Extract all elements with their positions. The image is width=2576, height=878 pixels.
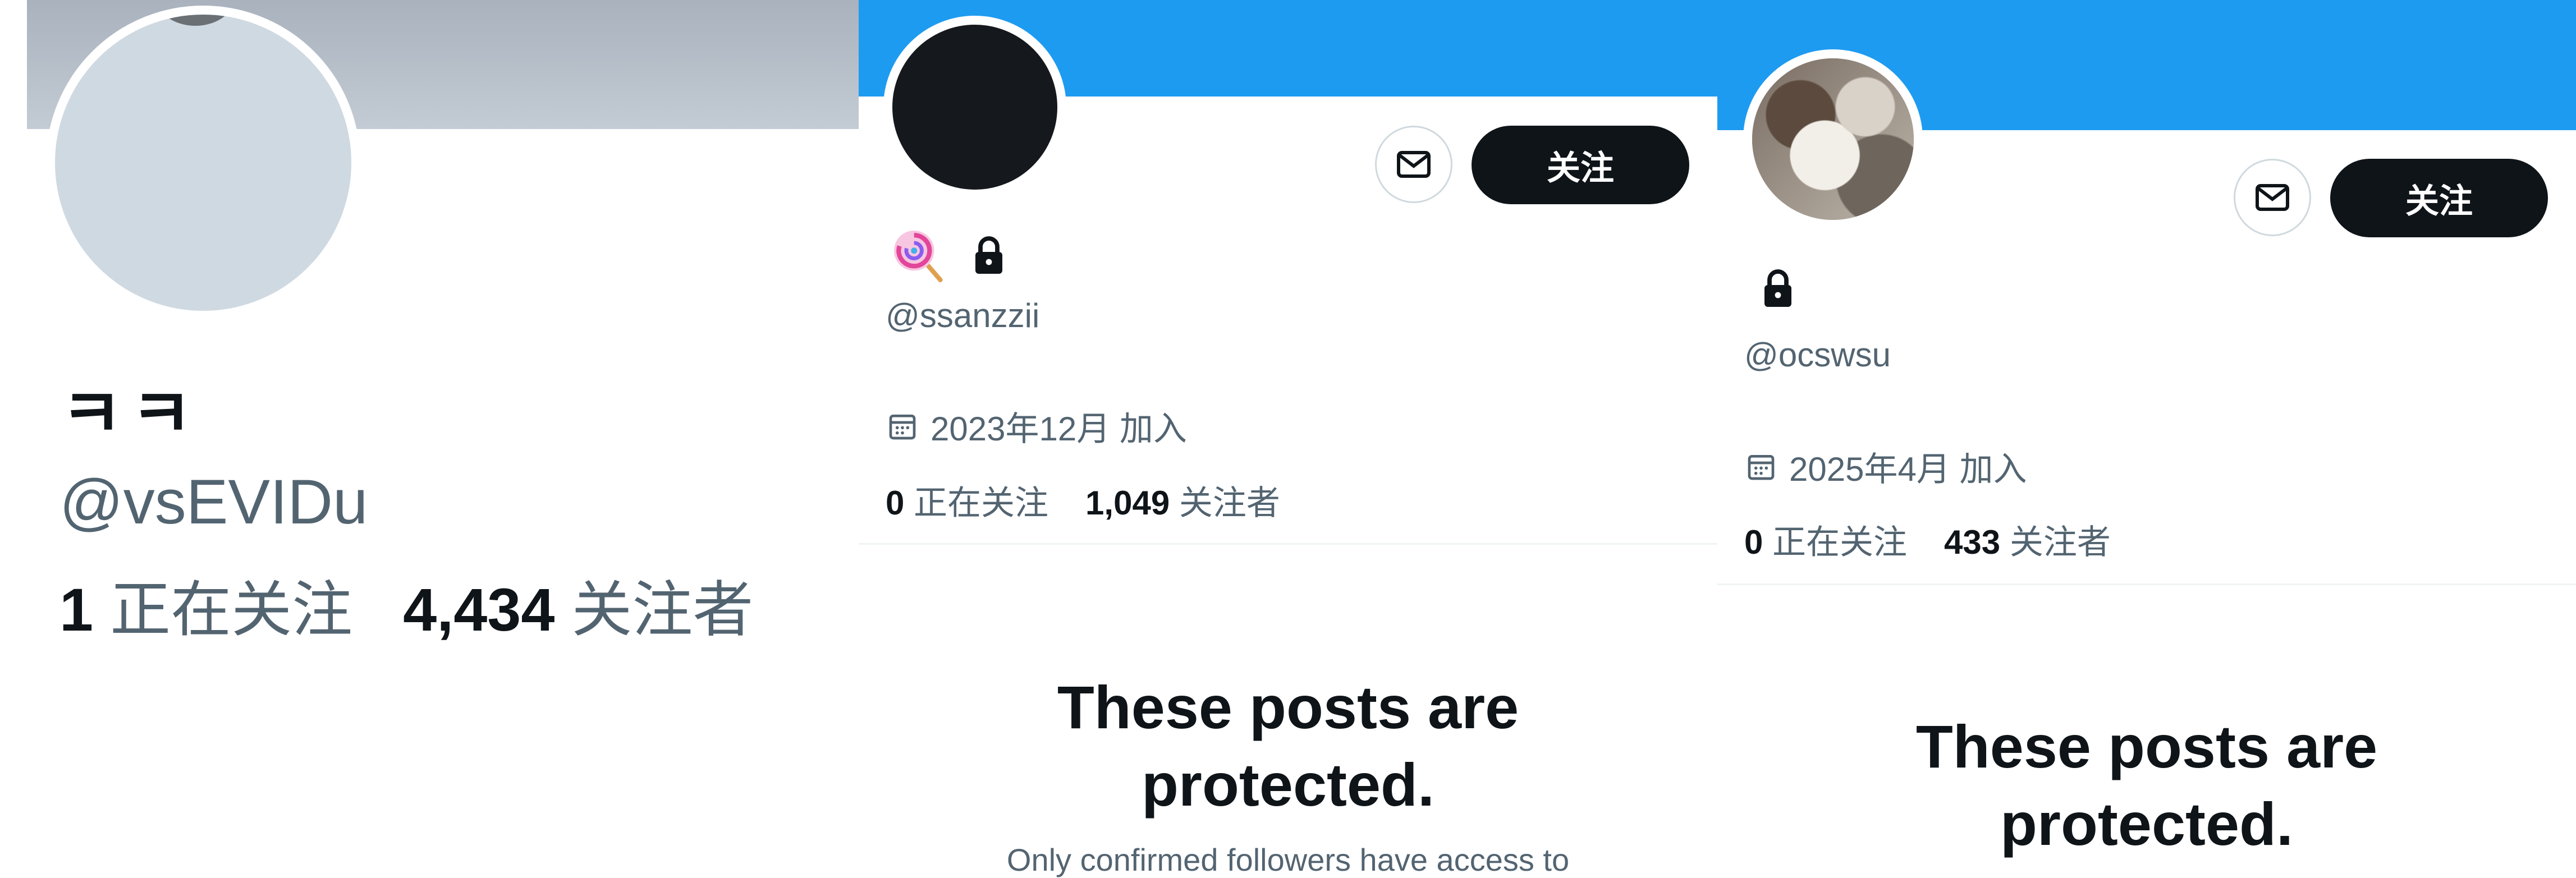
avatar[interactable]	[1743, 49, 1923, 229]
following-count: 0	[886, 484, 905, 522]
following-label: 正在关注	[914, 484, 1049, 522]
protected-posts-title: These posts are protected.	[1915, 712, 2378, 858]
following-stat[interactable]: 0 正在关注	[886, 484, 1048, 522]
lollipop-icon	[888, 224, 950, 289]
following-stat[interactable]: 0 正在关注	[1744, 523, 1907, 561]
divider	[859, 543, 1717, 545]
join-date: 2025年4月 加入	[1745, 442, 2027, 491]
message-button[interactable]	[2234, 159, 2311, 236]
followers-count: 433	[1944, 523, 2001, 561]
avatar[interactable]	[46, 6, 360, 320]
following-count: 1	[59, 576, 94, 643]
followers-count: 4,434	[403, 576, 555, 643]
protected-posts-subtitle: Only confirmed followers have access to	[1006, 842, 1570, 877]
follow-button[interactable]: 关注	[1472, 126, 1689, 204]
followers-stat[interactable]: 1,049 关注者	[1085, 484, 1280, 522]
lock-icon	[971, 235, 1007, 278]
avatar[interactable]	[883, 16, 1066, 199]
followers-count: 1,049	[1085, 484, 1170, 522]
username-handle: @ssanzzii	[886, 297, 1040, 334]
display-name: ㅋㅋ	[61, 376, 200, 452]
join-date-text: 2023年12月 加入	[931, 410, 1187, 448]
following-label: 正在关注	[110, 576, 353, 643]
followers-label: 关注者	[2009, 523, 2111, 561]
calendar-icon	[889, 414, 916, 439]
follow-stats: 0 正在关注 433 关注者	[1744, 515, 2111, 564]
name-badges	[888, 224, 1007, 289]
join-date: 2023年12月 加入	[887, 402, 1187, 451]
followers-label: 关注者	[571, 576, 754, 643]
mail-icon	[2256, 184, 2289, 211]
followers-stat[interactable]: 4,434 关注者	[403, 576, 753, 643]
protected-posts-title: These posts are protected.	[1057, 673, 1519, 819]
followers-stat[interactable]: 433 关注者	[1944, 523, 2111, 561]
username-handle: @ocswsu	[1744, 336, 1891, 374]
calendar-icon	[1748, 454, 1775, 480]
following-count: 0	[1744, 523, 1763, 561]
join-date-text: 2025年4月 加入	[1789, 451, 2027, 488]
message-button[interactable]	[1375, 126, 1452, 203]
followers-label: 关注者	[1179, 484, 1280, 522]
follow-stats: 1 正在关注 4,434 关注者	[59, 561, 753, 649]
lock-icon	[1760, 268, 1796, 311]
following-label: 正在关注	[1772, 523, 1908, 561]
cat-photo	[1752, 58, 1914, 220]
username-handle: @vsEVIDu	[59, 467, 368, 537]
follow-stats: 0 正在关注 1,049 关注者	[886, 476, 1280, 525]
name-badges	[1760, 268, 1796, 311]
mail-icon	[1397, 151, 1431, 178]
divider	[1717, 583, 2576, 585]
following-stat[interactable]: 1 正在关注	[59, 576, 352, 643]
follow-button[interactable]: 关注	[2330, 159, 2548, 237]
